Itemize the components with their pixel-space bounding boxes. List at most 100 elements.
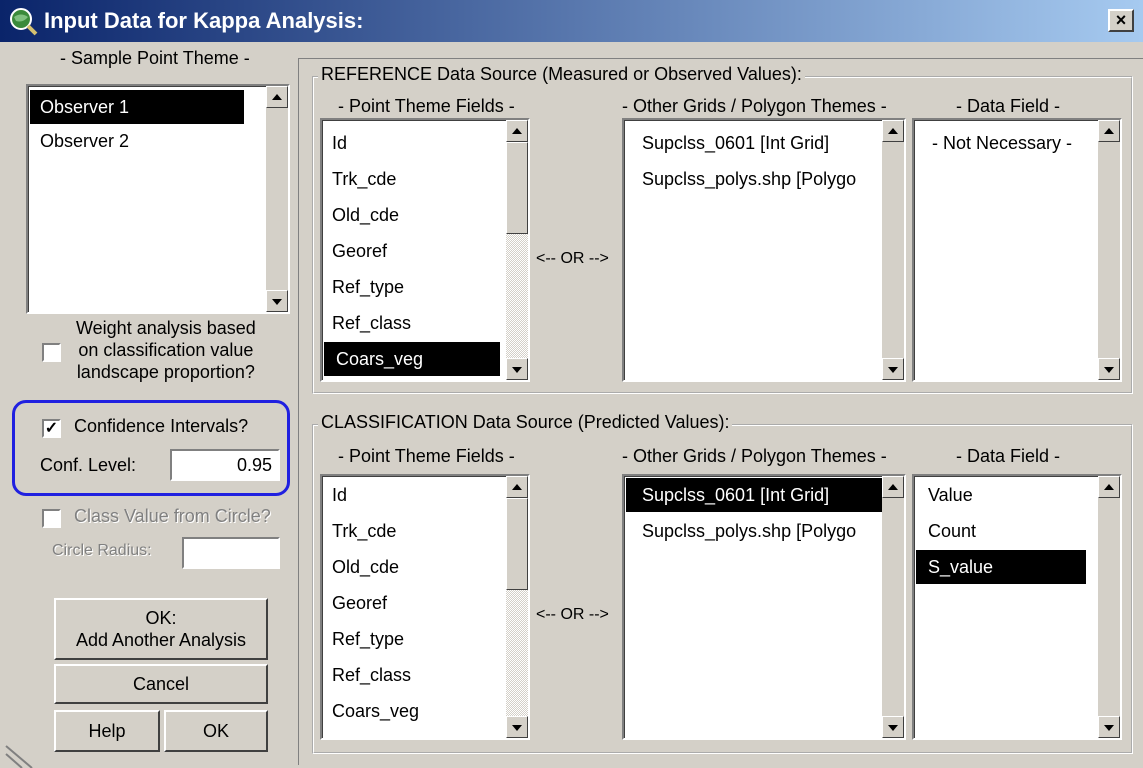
list-item[interactable]: Ref_class xyxy=(332,658,411,692)
list-item[interactable]: Count xyxy=(928,514,976,548)
scroll-down-button[interactable] xyxy=(1098,358,1120,380)
ref-or-label: <-- OR --> xyxy=(536,250,609,267)
arrow-up-icon xyxy=(888,484,898,490)
arrow-up-icon xyxy=(1104,484,1114,490)
scroll-up-button[interactable] xyxy=(506,476,528,498)
scroll-up-button[interactable] xyxy=(1098,120,1120,142)
list-item[interactable]: Value xyxy=(928,478,973,512)
ref-data-field-label: - Data Field - xyxy=(956,96,1061,116)
cls-point-fields-list[interactable]: Id Trk_cde Old_cde Georef Ref_type Ref_c… xyxy=(320,474,530,740)
arrow-down-icon xyxy=(888,725,898,731)
list-item[interactable]: S_value xyxy=(916,550,1086,584)
scroll-up-button[interactable] xyxy=(506,120,528,142)
class-from-circle-checkbox[interactable] xyxy=(42,509,61,528)
scroll-thumb[interactable] xyxy=(506,142,528,234)
globe-magnifier-icon xyxy=(10,8,38,36)
arrow-down-icon xyxy=(512,725,522,731)
scrollbar[interactable] xyxy=(506,476,528,738)
close-button[interactable]: × xyxy=(1108,9,1134,32)
weight-label-line3: landscape proportion? xyxy=(76,362,255,382)
arrow-down-icon xyxy=(272,299,282,305)
list-item[interactable]: Old_cde xyxy=(332,550,399,584)
ref-point-fields-list[interactable]: Id Trk_cde Old_cde Georef Ref_type Ref_c… xyxy=(320,118,530,382)
cls-point-fields-label: - Point Theme Fields - xyxy=(338,446,515,466)
ref-grids-list[interactable]: Supclss_0601 [Int Grid] Supclss_polys.sh… xyxy=(622,118,906,382)
circle-radius-input[interactable] xyxy=(182,537,280,569)
arrow-up-icon xyxy=(888,128,898,134)
scrollbar[interactable] xyxy=(1098,120,1120,380)
list-item[interactable]: Observer 1 xyxy=(30,90,244,124)
scroll-down-button[interactable] xyxy=(1098,716,1120,738)
list-item[interactable]: Trk_cde xyxy=(332,514,396,548)
sample-point-theme-list[interactable]: Observer 1 Observer 2 xyxy=(26,84,290,314)
list-item[interactable]: Old_cde xyxy=(332,198,399,232)
list-item[interactable]: Supclss_polys.shp [Polygo xyxy=(642,162,856,196)
scrollbar[interactable] xyxy=(1098,476,1120,738)
arrow-down-icon xyxy=(512,367,522,373)
scroll-up-button[interactable] xyxy=(1098,476,1120,498)
list-item[interactable]: Coars_veg xyxy=(332,694,419,728)
cls-data-field-list[interactable]: Value Count S_value xyxy=(912,474,1122,740)
cls-or-label: <-- OR --> xyxy=(536,606,609,623)
scroll-down-button[interactable] xyxy=(506,716,528,738)
arrow-up-icon xyxy=(272,94,282,100)
weight-analysis-checkbox[interactable] xyxy=(42,343,61,362)
scroll-down-button[interactable] xyxy=(882,716,904,738)
cls-grids-list[interactable]: Supclss_0601 [Int Grid] Supclss_polys.sh… xyxy=(622,474,906,740)
arrow-up-icon xyxy=(1104,128,1114,134)
scroll-down-button[interactable] xyxy=(506,358,528,380)
scrollbar[interactable] xyxy=(882,120,904,380)
cls-grids-label: - Other Grids / Polygon Themes - xyxy=(622,446,887,466)
scroll-thumb[interactable] xyxy=(506,498,528,590)
list-item[interactable]: Supclss_0601 [Int Grid] xyxy=(626,478,882,512)
list-item[interactable]: Coars_veg xyxy=(324,342,500,376)
kappa-dialog: Input Data for Kappa Analysis: × - Sampl… xyxy=(0,0,1143,768)
resize-grip-icon[interactable] xyxy=(2,740,42,768)
list-item[interactable]: Id xyxy=(332,478,347,512)
arrow-down-icon xyxy=(1104,367,1114,373)
window-title: Input Data for Kappa Analysis: xyxy=(44,8,364,33)
cancel-button[interactable]: Cancel xyxy=(54,664,268,704)
scrollbar[interactable] xyxy=(266,86,288,312)
arrow-up-icon xyxy=(512,128,522,134)
add-another-line2: Add Another Analysis xyxy=(75,630,247,650)
scroll-up-button[interactable] xyxy=(266,86,288,108)
list-item[interactable]: Id xyxy=(332,126,347,160)
list-item[interactable]: Georef xyxy=(332,586,387,620)
list-item[interactable]: - Not Necessary - xyxy=(932,126,1072,160)
annotation-highlight xyxy=(12,400,290,496)
list-item[interactable]: Ref_type xyxy=(332,622,404,656)
circle-radius-label: Circle Radius: xyxy=(52,542,152,559)
ok-button[interactable]: OK xyxy=(164,710,268,752)
class-from-circle-label: Class Value from Circle? xyxy=(74,506,271,526)
classification-group-title: CLASSIFICATION Data Source (Predicted Va… xyxy=(318,412,733,433)
scroll-up-button[interactable] xyxy=(882,476,904,498)
list-item[interactable]: Trk_cde xyxy=(332,162,396,196)
list-item[interactable]: Supclss_polys.shp [Polygo xyxy=(642,514,856,548)
weight-label-line2: on classification value xyxy=(78,340,254,360)
scroll-down-button[interactable] xyxy=(882,358,904,380)
title-bar[interactable]: Input Data for Kappa Analysis: × xyxy=(0,0,1143,42)
sample-point-theme-label: - Sample Point Theme - xyxy=(60,48,250,68)
help-button[interactable]: Help xyxy=(54,710,160,752)
scrollbar[interactable] xyxy=(882,476,904,738)
add-another-analysis-button[interactable]: OK: Add Another Analysis xyxy=(54,598,268,660)
arrow-down-icon xyxy=(888,367,898,373)
list-item[interactable]: Supclss_0601 [Int Grid] xyxy=(642,126,829,160)
list-item[interactable]: Ref_class xyxy=(332,306,411,340)
add-another-line1: OK: xyxy=(145,608,177,628)
scrollbar[interactable] xyxy=(506,120,528,380)
arrow-up-icon xyxy=(512,484,522,490)
weight-label-line1: Weight analysis based xyxy=(76,318,256,338)
cls-data-field-label: - Data Field - xyxy=(956,446,1061,466)
weight-analysis-label: Weight analysis based on classification … xyxy=(76,317,256,383)
list-item[interactable]: Georef xyxy=(332,234,387,268)
ref-data-field-list[interactable]: - Not Necessary - xyxy=(912,118,1122,382)
ref-point-fields-label: - Point Theme Fields - xyxy=(338,96,515,116)
list-item[interactable]: Ref_type xyxy=(332,270,404,304)
scroll-down-button[interactable] xyxy=(266,290,288,312)
ref-grids-label: - Other Grids / Polygon Themes - xyxy=(622,96,887,116)
scroll-up-button[interactable] xyxy=(882,120,904,142)
reference-group-title: REFERENCE Data Source (Measured or Obser… xyxy=(318,64,805,85)
list-item[interactable]: Observer 2 xyxy=(40,124,129,158)
